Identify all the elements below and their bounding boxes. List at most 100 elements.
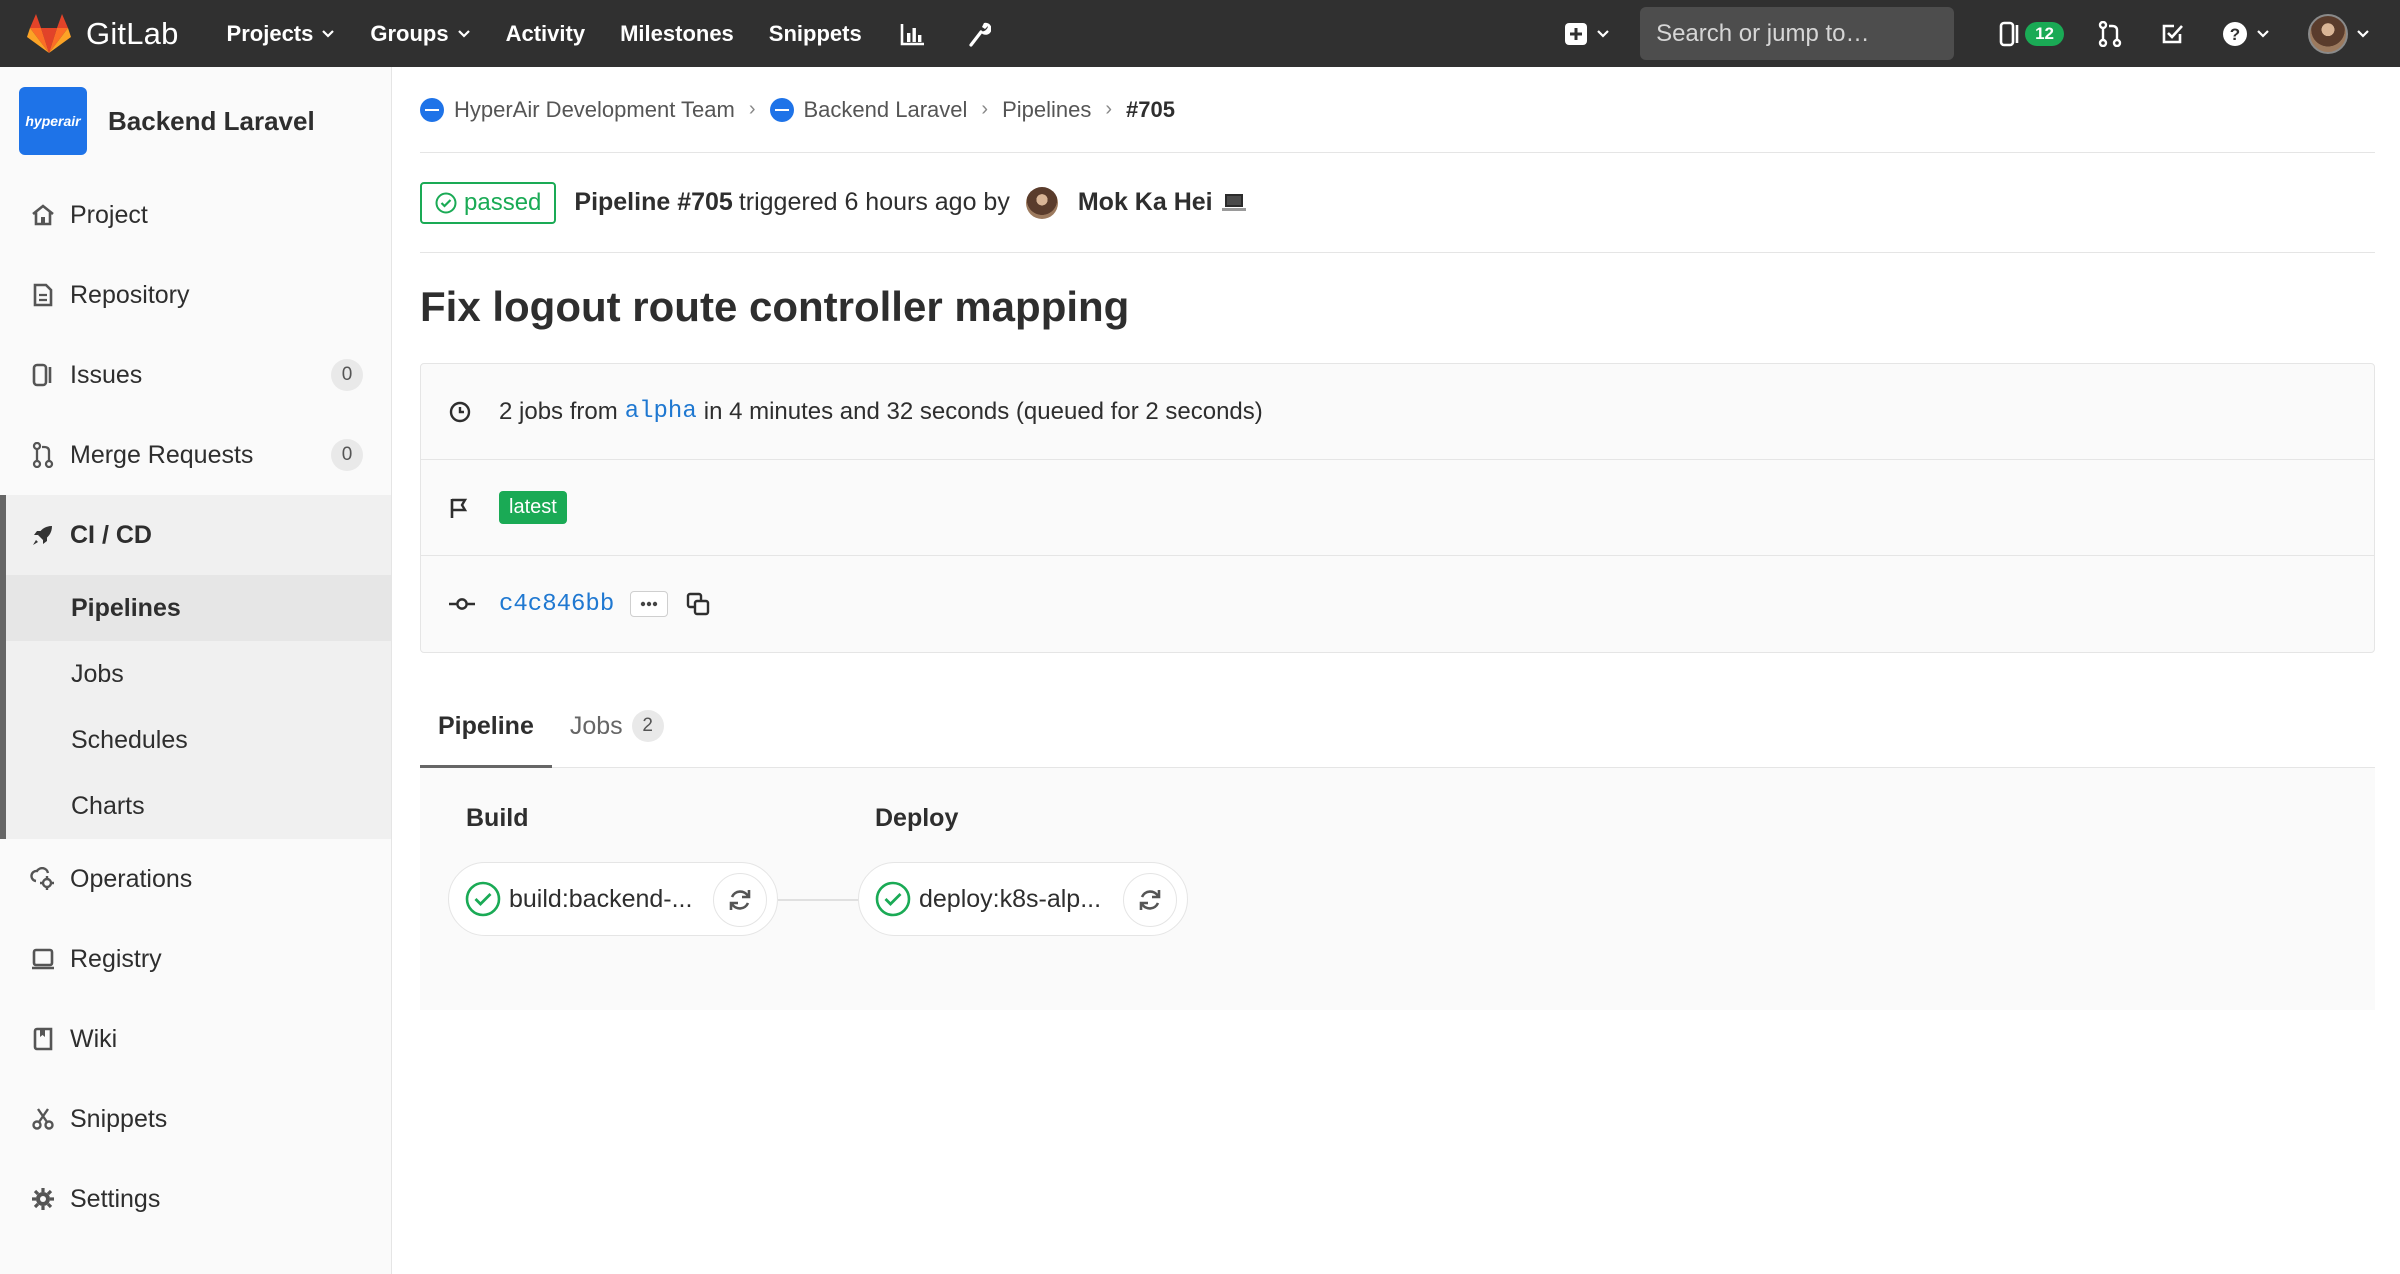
chevron-down-icon — [457, 29, 470, 38]
nav-right: 12 ? — [1564, 0, 2400, 67]
nav-groups-dropdown[interactable]: Groups — [370, 21, 470, 47]
pipeline-tags-row: latest — [421, 460, 2374, 556]
stage-title-build: Build — [466, 804, 529, 832]
new-item-dropdown[interactable] — [1564, 22, 1610, 46]
retry-job-button[interactable] — [713, 873, 767, 927]
gitlab-home-link[interactable]: GitLab — [27, 0, 179, 67]
sidebar-subitem-charts[interactable]: Charts — [6, 773, 391, 839]
stage-title-deploy: Deploy — [875, 804, 959, 832]
pipeline-tabs: Pipeline Jobs 2 — [420, 686, 2375, 768]
retry-job-button[interactable] — [1123, 873, 1177, 927]
sidebar-item-label: Settings — [70, 1184, 161, 1213]
toggle-commit-description-button[interactable] — [630, 591, 669, 617]
check-circle-icon — [875, 881, 911, 917]
merge-requests-link[interactable] — [2098, 20, 2122, 47]
chevron-down-icon — [2257, 29, 2269, 38]
tab-jobs-label: Jobs — [569, 711, 623, 740]
svg-text:?: ? — [2230, 25, 2240, 44]
jobs-prefix-text: 2 jobs from — [499, 397, 618, 425]
home-icon — [28, 200, 58, 230]
search-input[interactable] — [1656, 19, 1967, 48]
plus-square-icon — [1565, 22, 1588, 45]
sidebar-item-repository[interactable]: Repository — [0, 255, 391, 335]
sidebar-project-header[interactable]: hyperair Backend Laravel — [0, 67, 391, 175]
top-navbar: GitLab Projects Groups Activity Mileston… — [0, 0, 2400, 67]
assigned-issues-link[interactable]: 12 — [1999, 21, 2064, 47]
status-badge-label: passed — [464, 188, 542, 216]
sidebar-item-issues[interactable]: Issues 0 — [0, 335, 391, 415]
chevron-right-icon: › — [1105, 98, 1113, 120]
sidebar-item-wiki[interactable]: Wiki — [0, 999, 391, 1079]
scissors-icon — [28, 1104, 58, 1134]
group-avatar-icon — [420, 97, 444, 122]
project-avatar: hyperair — [19, 87, 87, 155]
job-build[interactable]: build:backend-... — [448, 862, 778, 936]
nav-links: Projects Groups Activity Milestones Snip… — [227, 0, 1029, 67]
sidebar-item-registry[interactable]: Registry — [0, 919, 391, 999]
gitlab-logo-icon — [27, 13, 71, 53]
sidebar-item-label: Project — [70, 200, 148, 229]
job-name: build:backend-... — [509, 884, 693, 913]
chevron-down-icon — [1597, 29, 1609, 38]
sidebar-item-project[interactable]: Project — [0, 175, 391, 255]
question-icon: ? — [2223, 21, 2247, 46]
sidebar-item-label: Snippets — [70, 1104, 168, 1133]
merge-request-icon — [2098, 20, 2122, 47]
sidebar-subitem-pipelines[interactable]: Pipelines — [6, 575, 391, 641]
issues-icon — [28, 360, 58, 390]
breadcrumb-current[interactable]: #705 — [1126, 97, 1175, 123]
flag-icon — [449, 497, 475, 519]
breadcrumb-pipelines-link[interactable]: Pipelines — [1002, 97, 1091, 123]
commit-sha-link[interactable]: c4c846bb — [499, 591, 614, 618]
sidebar-subitem-jobs[interactable]: Jobs — [6, 641, 391, 707]
nav-projects-dropdown[interactable]: Projects — [227, 21, 336, 47]
branch-ref-link[interactable]: alpha — [625, 398, 697, 425]
nav-groups-label: Groups — [370, 20, 449, 46]
todos-link[interactable] — [2160, 22, 2184, 46]
pipeline-user-name[interactable]: Mok Ka Hei — [1078, 188, 1213, 217]
nav-milestones-link[interactable]: Milestones — [620, 21, 734, 47]
job-deploy[interactable]: deploy:k8s-alp... — [858, 862, 1188, 936]
clock-icon — [449, 401, 475, 423]
sidebar-item-label: Wiki — [70, 1024, 118, 1053]
status-badge[interactable]: passed — [420, 181, 557, 224]
merge-requests-count-badge: 0 — [331, 439, 363, 471]
main-content: HyperAir Development Team › Backend Lara… — [420, 67, 2375, 1010]
nav-snippets-link[interactable]: Snippets — [769, 21, 862, 47]
gitlab-wordmark: GitLab — [86, 15, 179, 51]
sidebar-item-operations[interactable]: Operations — [0, 839, 391, 919]
sidebar-item-snippets[interactable]: Snippets — [0, 1079, 391, 1159]
breadcrumb-group-link[interactable]: HyperAir Development Team — [420, 97, 735, 123]
wrench-icon[interactable] — [963, 18, 995, 50]
jobs-count-badge: 2 — [631, 710, 664, 742]
copy-sha-button[interactable] — [686, 592, 710, 616]
project-avatar-icon — [769, 97, 794, 122]
nav-projects-label: Projects — [226, 20, 314, 46]
sidebar-item-label: Issues — [70, 360, 143, 389]
breadcrumb-project-link[interactable]: Backend Laravel — [769, 97, 967, 123]
sidebar-item-label: Merge Requests — [70, 440, 254, 469]
pipeline-info-box: 2 jobs from alpha in 4 minutes and 32 se… — [420, 363, 2375, 653]
sidebar-subitem-schedules[interactable]: Schedules — [6, 707, 391, 773]
todo-check-icon — [2162, 24, 2183, 43]
commit-icon — [449, 597, 475, 611]
sidebar-item-settings[interactable]: Settings — [0, 1159, 391, 1239]
pipeline-commit-row: c4c846bb — [421, 556, 2374, 652]
check-circle-icon — [435, 192, 457, 213]
tab-pipeline[interactable]: Pipeline — [420, 685, 552, 768]
project-sidebar: hyperair Backend Laravel Project Reposit… — [0, 67, 392, 1274]
sidebar-item-cicd[interactable]: CI / CD — [6, 495, 391, 575]
sidebar-item-merge-requests[interactable]: Merge Requests 0 — [0, 415, 391, 495]
user-menu-dropdown[interactable] — [2308, 13, 2370, 54]
book-icon — [28, 1024, 58, 1054]
pipeline-header: passed Pipeline #705 triggered 6 hours a… — [420, 153, 2375, 253]
tab-jobs[interactable]: Jobs 2 — [552, 685, 682, 767]
avatar[interactable] — [1025, 186, 1058, 219]
issues-count-badge: 0 — [331, 359, 363, 391]
cloud-gear-icon — [28, 864, 58, 894]
nav-activity-link[interactable]: Activity — [506, 21, 585, 47]
chart-icon[interactable] — [897, 18, 929, 50]
help-dropdown[interactable]: ? — [2222, 21, 2270, 47]
sidebar-item-label: CI / CD — [70, 520, 152, 549]
breadcrumb: HyperAir Development Team › Backend Lara… — [420, 67, 2375, 153]
